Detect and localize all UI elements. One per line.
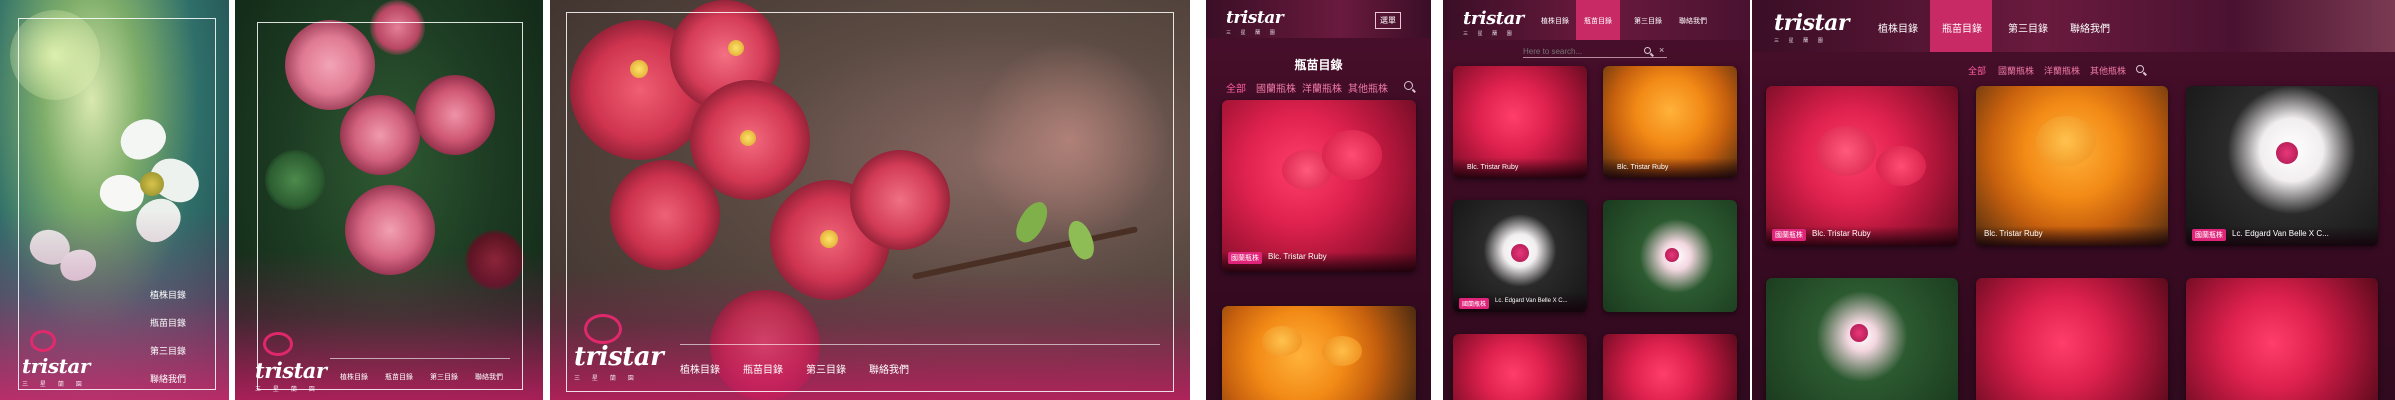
nav-item-flask-catalog-active[interactable]: 瓶苗目錄 xyxy=(1930,0,1992,52)
rose-logo-icon xyxy=(263,332,293,356)
product-name: Blc. Tristar Ruby xyxy=(1467,164,1519,171)
product-card[interactable]: Blc. Tristar Ruby xyxy=(1453,66,1587,178)
product-name: Blc. Tristar Ruby xyxy=(1812,229,1871,238)
product-card[interactable]: Blc. Tristar Ruby xyxy=(1976,86,2168,246)
product-card[interactable] xyxy=(2186,278,2378,400)
brand-name: tristar xyxy=(255,358,327,383)
nav-item-flask-catalog-active[interactable]: 瓶苗目錄 xyxy=(1576,0,1620,40)
category-chinese-orchid[interactable]: 國蘭瓶株 xyxy=(1998,64,2034,77)
brand-subtitle: 三 星 蘭 園 xyxy=(255,386,320,393)
product-name: Blc. Tristar Ruby xyxy=(1617,164,1669,171)
product-card[interactable]: 國蘭瓶株 Blc. Tristar Ruby xyxy=(1222,100,1416,272)
product-card[interactable] xyxy=(1976,278,2168,400)
brand-name: tristar xyxy=(574,342,664,372)
product-name: Lc. Edgard Van Belle X C... xyxy=(2232,229,2329,238)
menu-item-plant-catalog[interactable]: 植株目錄 xyxy=(150,288,186,301)
category-other[interactable]: 其他瓶株 xyxy=(1348,80,1388,95)
brand-name: tristar xyxy=(1226,8,1284,28)
nav-item-flask-catalog[interactable]: 瓶苗目錄 xyxy=(743,361,783,376)
product-card[interactable] xyxy=(1603,200,1737,312)
nav-item-contact[interactable]: 聯絡我們 xyxy=(2070,20,2110,35)
showcase-stage: 植株目錄 瓶苗目錄 第三目錄 聯絡我們 tristar 三 星 蘭 園 tris… xyxy=(0,0,2395,400)
nav-item-plant-catalog[interactable]: 植株目錄 xyxy=(1541,16,1569,26)
category-other[interactable]: 其他瓶株 xyxy=(2090,64,2126,77)
nav-item-contact[interactable]: 聯絡我們 xyxy=(869,361,909,376)
menu-item-contact[interactable]: 聯絡我們 xyxy=(150,372,186,385)
category-all[interactable]: 全部 xyxy=(1968,64,1986,77)
category-badge: 國蘭瓶株 xyxy=(1772,229,1806,241)
product-name: Lc. Edgard Van Belle X C... xyxy=(1495,298,1568,304)
brand-logo[interactable]: tristar 三 星 蘭 園 xyxy=(1774,10,1850,44)
product-card[interactable] xyxy=(1453,334,1587,400)
product-card[interactable] xyxy=(1766,278,1958,400)
brand-subtitle: 三 星 蘭 園 xyxy=(1463,31,1516,37)
brand-subtitle: 三 星 蘭 園 xyxy=(22,381,87,388)
search-input[interactable] xyxy=(1523,46,1635,57)
product-card[interactable]: 國蘭瓶株 Lc. Edgard Van Belle X C... xyxy=(1453,200,1587,312)
page-title: 瓶苗目錄 xyxy=(1294,58,1343,72)
rose-logo-icon xyxy=(30,330,56,352)
nav-item-third-catalog[interactable]: 第三目錄 xyxy=(806,361,846,376)
search-icon[interactable] xyxy=(1644,47,1651,54)
panel-mobile-catalog: tristar 三 星 蘭 園 選單 瓶苗目錄 全部 國蘭瓶株 洋蘭瓶株 其他瓶… xyxy=(1206,0,1431,400)
category-chinese-orchid[interactable]: 國蘭瓶株 xyxy=(1256,80,1296,95)
category-all[interactable]: 全部 xyxy=(1226,80,1246,95)
category-western-orchid[interactable]: 洋蘭瓶株 xyxy=(1302,80,1342,95)
product-card[interactable]: 國蘭瓶株 Lc. Edgard Van Belle X C... xyxy=(2186,86,2378,246)
menu-item-third-catalog[interactable]: 第三目錄 xyxy=(150,344,186,357)
menu-item-flask-catalog[interactable]: 瓶苗目錄 xyxy=(150,316,186,329)
product-card[interactable] xyxy=(1603,334,1737,400)
panel-desktop-catalog: tristar 三 星 蘭 園 植株目錄 瓶苗目錄 第三目錄 聯絡我們 全部 國… xyxy=(1752,0,2395,400)
nav-item-plant-catalog[interactable]: 植株目錄 xyxy=(1878,20,1918,35)
brand-logo[interactable]: tristar 三 星 蘭 園 xyxy=(1226,8,1284,36)
nav-item-label: 瓶苗目錄 xyxy=(1584,18,1612,25)
nav-item-contact[interactable]: 聯絡我們 xyxy=(475,372,503,382)
nav-item-third-catalog[interactable]: 第三目錄 xyxy=(430,372,458,382)
category-western-orchid[interactable]: 洋蘭瓶株 xyxy=(2044,64,2080,77)
product-card[interactable]: 國蘭瓶株 Blc. Tristar Ruby xyxy=(1766,86,1958,246)
brand-name: tristar xyxy=(1774,10,1850,36)
product-card[interactable] xyxy=(1222,306,1416,400)
nav-item-third-catalog[interactable]: 第三目錄 xyxy=(2008,20,2048,35)
panel-tablet-home-roses: tristar 三 星 蘭 園 植株目錄 瓶苗目錄 第三目錄 聯絡我們 xyxy=(235,0,543,400)
nav-item-plant-catalog[interactable]: 植株目錄 xyxy=(680,361,720,376)
header-bar: tristar 三 星 蘭 園 選單 xyxy=(1206,0,1431,38)
product-name: Blc. Tristar Ruby xyxy=(1268,252,1327,261)
panel-desktop-home-quince: tristar 三 星 蘭 園 植株目錄 瓶苗目錄 第三目錄 聯絡我們 xyxy=(550,0,1190,400)
search-bar: × xyxy=(1523,45,1667,58)
search-icon[interactable] xyxy=(2136,65,2144,73)
nav-item-plant-catalog[interactable]: 植株目錄 xyxy=(340,372,368,382)
brand-name: tristar xyxy=(22,354,90,378)
nav-item-flask-catalog[interactable]: 瓶苗目錄 xyxy=(385,372,413,382)
brand-logo[interactable]: tristar 三 星 蘭 園 xyxy=(1463,8,1524,37)
rose-logo-icon xyxy=(584,314,622,344)
menu-button[interactable]: 選單 xyxy=(1375,12,1401,29)
nav-item-label: 瓶苗目錄 xyxy=(1942,24,1982,35)
nav-item-third-catalog[interactable]: 第三目錄 xyxy=(1634,16,1662,26)
category-badge: 國蘭瓶株 xyxy=(1228,252,1262,264)
brand-subtitle: 三 星 蘭 園 xyxy=(574,375,639,382)
brand-subtitle: 三 星 蘭 園 xyxy=(1226,30,1279,36)
panel-tablet-catalog: tristar 三 星 蘭 園 植株目錄 瓶苗目錄 第三目錄 聯絡我們 × Bl… xyxy=(1443,0,1750,400)
brand-name: tristar xyxy=(1463,8,1524,29)
category-badge: 國蘭瓶株 xyxy=(1459,298,1490,309)
nav-item-contact[interactable]: 聯絡我們 xyxy=(1679,16,1707,26)
header-bar: tristar 三 星 蘭 園 植株目錄 瓶苗目錄 第三目錄 聯絡我們 xyxy=(1443,0,1750,40)
panel-mobile-home-blossom: 植株目錄 瓶苗目錄 第三目錄 聯絡我們 tristar 三 星 蘭 園 xyxy=(0,0,229,400)
product-name: Blc. Tristar Ruby xyxy=(1984,229,2043,238)
category-badge: 國蘭瓶株 xyxy=(2192,229,2226,241)
brand-subtitle: 三 星 蘭 園 xyxy=(1774,38,1827,44)
header-bar: tristar 三 星 蘭 園 植株目錄 瓶苗目錄 第三目錄 聯絡我們 xyxy=(1752,0,2395,52)
product-card[interactable]: Blc. Tristar Ruby xyxy=(1603,66,1737,178)
search-icon[interactable] xyxy=(1404,81,1413,90)
close-icon[interactable]: × xyxy=(1659,45,1664,55)
